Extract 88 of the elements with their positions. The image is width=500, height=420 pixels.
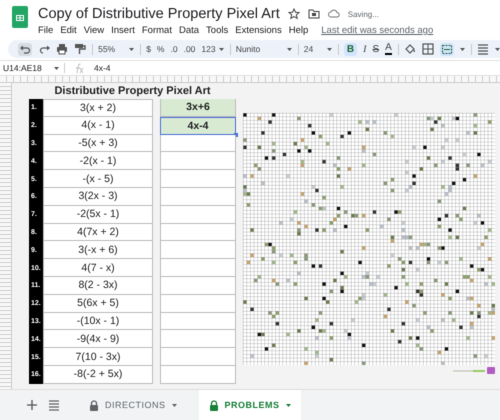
last-edit-link[interactable]: Last edit was seconds ago — [321, 25, 434, 36]
italic-button[interactable]: I — [363, 44, 366, 54]
font-size-dropdown[interactable]: 24 — [304, 44, 332, 54]
formula-input[interactable]: 4x-4 — [94, 63, 111, 73]
answer-cell[interactable] — [160, 294, 236, 313]
font-dropdown[interactable]: Nunito — [236, 44, 292, 54]
answer-cell[interactable] — [160, 134, 236, 152]
expression-cell: -8(-2 + 5x) — [43, 366, 153, 384]
caret-icon[interactable] — [172, 404, 177, 406]
percent-button[interactable]: % — [156, 44, 164, 54]
sheet-heading: Distributive Property Pixel Art — [53, 84, 212, 99]
menu-item[interactable]: File — [38, 25, 54, 36]
answer-cell[interactable] — [160, 259, 236, 277]
folder-icon[interactable] — [308, 8, 320, 20]
document-title[interactable]: Copy of Distributive Property Pixel Art — [38, 6, 280, 22]
expression-cell: -2(x - 1) — [43, 152, 153, 170]
menu-item[interactable]: Format — [142, 25, 172, 36]
menu-item[interactable]: Tools — [206, 25, 228, 36]
expression-cell: -(x - 5) — [43, 170, 153, 188]
print-icon[interactable] — [56, 43, 68, 55]
answer-cell[interactable] — [160, 188, 236, 206]
expression-cell: -5(x + 3) — [43, 134, 153, 152]
zoom-dropdown[interactable]: 55% — [98, 44, 134, 54]
lock-icon — [89, 400, 99, 410]
bold-button[interactable]: B — [344, 42, 358, 56]
name-box[interactable]: U14:AE18 — [3, 63, 64, 73]
answer-cell[interactable] — [160, 348, 236, 366]
caret-icon[interactable] — [54, 66, 59, 70]
expression-cell: -2(5x - 1) — [43, 206, 153, 224]
caret-icon[interactable] — [218, 48, 224, 50]
expression-cell: 3(x + 2) — [43, 99, 153, 117]
expression-cell: 7(10 - 3x) — [43, 348, 153, 366]
text-color-button[interactable]: A — [385, 43, 392, 55]
caret-icon[interactable] — [129, 48, 134, 50]
number-format-dropdown[interactable]: 123 — [201, 44, 224, 54]
menu-item[interactable]: Edit — [60, 25, 77, 36]
decrease-decimals-button[interactable]: .0 — [170, 44, 178, 54]
answer-cell[interactable]: 3x+6 — [160, 99, 236, 117]
answer-cell[interactable] — [160, 170, 236, 188]
expression-cell: 5(6x + 5) — [43, 294, 153, 313]
answer-cell[interactable] — [160, 206, 236, 224]
answer-cell[interactable] — [160, 312, 236, 330]
expression-cell: 3(2x - 3) — [43, 188, 153, 206]
caret-icon[interactable] — [286, 48, 292, 50]
lock-icon — [208, 400, 219, 410]
menu-item[interactable]: Help — [288, 25, 308, 36]
answer-cell[interactable] — [160, 276, 236, 295]
answer-cell[interactable] — [160, 330, 236, 348]
answer-cell[interactable] — [160, 224, 236, 242]
answer-cell[interactable] — [160, 152, 236, 170]
menu-item[interactable]: Data — [178, 25, 200, 36]
sheet-tab[interactable]: PROBLEMS — [198, 390, 301, 420]
sheet-list-icon[interactable] — [49, 400, 59, 410]
answer-cell[interactable]: 4x-4 — [160, 116, 236, 135]
borders-icon[interactable] — [422, 43, 434, 55]
expression-cell: 4(x - 1) — [43, 116, 153, 135]
redo-icon[interactable] — [38, 44, 50, 54]
strikethrough-button[interactable]: S — [372, 44, 380, 54]
expression-cell: 3(-x + 6) — [43, 241, 153, 260]
expression-cell: -9(4x - 9) — [43, 330, 153, 348]
sheets-logo-icon[interactable] — [12, 6, 28, 28]
answer-cell[interactable] — [160, 241, 236, 260]
add-sheet-icon[interactable] — [27, 400, 37, 410]
fill-color-icon[interactable] — [404, 43, 416, 55]
expression-cell: 8(2 - 3x) — [43, 276, 153, 295]
expression-cell: -(10x - 1) — [43, 312, 153, 330]
function-icon — [73, 62, 84, 74]
caret-icon[interactable] — [286, 404, 291, 406]
align-icon[interactable] — [476, 43, 489, 55]
menu-item[interactable]: Extensions — [235, 25, 282, 36]
logo-icon — [453, 367, 495, 374]
caret-icon[interactable] — [494, 48, 500, 50]
currency-button[interactable]: $ — [146, 44, 151, 54]
increase-decimals-button[interactable]: .00 — [184, 44, 196, 54]
caret-icon[interactable] — [326, 48, 332, 50]
paint-format-icon[interactable] — [74, 43, 86, 55]
expression-cell: 4(7x + 2) — [43, 224, 153, 242]
undo-icon[interactable] — [18, 42, 32, 56]
star-icon[interactable] — [288, 8, 300, 20]
merge-cells-icon[interactable] — [440, 42, 454, 56]
menu-item[interactable]: Insert — [111, 25, 135, 36]
caret-icon[interactable] — [460, 48, 465, 50]
expression-cell: 4(7 - x) — [43, 259, 153, 277]
cloud-icon — [328, 8, 340, 20]
answer-cell[interactable] — [160, 366, 236, 384]
save-status: Saving... — [348, 10, 379, 18]
sheet-tab[interactable]: DIRECTIONS — [79, 390, 187, 420]
menu-item[interactable]: View — [84, 25, 104, 36]
